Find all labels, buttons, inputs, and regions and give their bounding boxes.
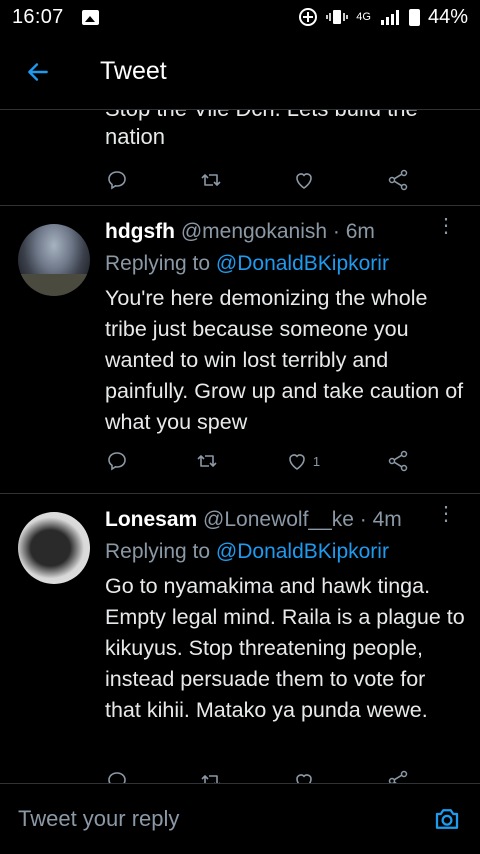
image-notification-icon [81, 9, 99, 25]
tweet-header: Lonesam @Lonewolf__ke · 4m [105, 508, 462, 532]
network-type: 4G [356, 11, 371, 23]
reply-action[interactable] [105, 769, 129, 783]
reply-action[interactable] [105, 449, 129, 473]
replying-label: Replying to [105, 252, 211, 275]
replying-label: Replying to [105, 540, 211, 563]
status-icons: 4G 44% [298, 6, 468, 29]
share-icon [388, 169, 408, 191]
more-options-button[interactable]: ⋮ [436, 216, 456, 236]
like-action[interactable]: 1 [285, 449, 320, 473]
share-action[interactable] [386, 449, 410, 473]
heart-icon [296, 173, 313, 189]
page-title: Tweet [100, 57, 167, 85]
share-icon [388, 450, 408, 472]
like-action[interactable] [292, 168, 316, 192]
camera-icon[interactable] [432, 804, 462, 834]
handle-time: @Lonewolf__ke · 4m [203, 508, 402, 531]
tweet-header: hdgsfh @mengokanish · 6m [105, 220, 462, 244]
retweet-action[interactable] [199, 168, 223, 192]
avatar[interactable] [18, 224, 90, 296]
reply-icon [108, 171, 126, 190]
data-saver-icon [299, 8, 318, 26]
display-name[interactable]: hdgsfh [105, 220, 175, 243]
top-app-bar: Tweet [0, 34, 480, 110]
more-options-button[interactable]: ⋮ [436, 504, 456, 524]
parent-tweet-partial[interactable]: Stop the Vile Dch. Lets build the nation [0, 110, 480, 206]
replying-mention[interactable]: @DonaldBKipkorir [216, 540, 389, 563]
status-time: 16:07 [12, 5, 64, 28]
battery-percent: 44% [427, 5, 468, 28]
tweet-actions: 1 [105, 446, 410, 476]
share-action[interactable] [386, 769, 410, 783]
vibrate-icon [326, 10, 349, 24]
retweet-icon [201, 775, 220, 783]
tweet-actions [105, 165, 410, 195]
status-bar: 16:07 4G 44% [0, 0, 480, 34]
replying-to: Replying to @DonaldBKipkorir [105, 540, 389, 564]
share-action[interactable] [386, 168, 410, 192]
replying-to: Replying to @DonaldBKipkorir [105, 252, 389, 276]
conversation-feed[interactable]: Stop the Vile Dch. Lets build the nation… [0, 110, 480, 783]
reply-composer[interactable]: Tweet your reply [0, 783, 480, 854]
tweet-text: Go to nyamakima and hawk tinga. Empty le… [105, 574, 465, 722]
tweet-text: You're here demonizing the whole tribe j… [105, 286, 464, 434]
back-button[interactable] [0, 34, 76, 110]
retweet-action[interactable] [195, 449, 219, 473]
reply-tweet[interactable]: hdgsfh @mengokanish · 6m ⋮ Replying to @… [0, 206, 480, 494]
avatar[interactable] [18, 512, 90, 584]
handle-time: @mengokanish · 6m [180, 220, 375, 243]
share-icon [388, 770, 408, 783]
partial-tweet-text-cut: Stop the Vile Dch. Lets build the [105, 110, 418, 122]
retweet-icon [201, 174, 221, 186]
retweet-icon [197, 455, 217, 467]
retweet-action[interactable] [199, 769, 223, 783]
signal-icon [380, 10, 399, 25]
reply-icon [108, 452, 126, 471]
reply-icon [108, 772, 126, 783]
tweet-actions [105, 766, 410, 783]
arrow-left-icon [28, 62, 48, 81]
partial-tweet-text: nation [105, 124, 165, 149]
display-name[interactable]: Lonesam [105, 508, 197, 531]
like-count: 1 [312, 453, 321, 469]
reply-input[interactable]: Tweet your reply [18, 806, 179, 832]
replying-mention[interactable]: @DonaldBKipkorir [216, 252, 389, 275]
heart-icon [289, 454, 305, 470]
reply-action[interactable] [105, 168, 129, 192]
battery-icon [408, 8, 420, 26]
reply-tweet[interactable]: Lonesam @Lonewolf__ke · 4m ⋮ Replying to… [0, 494, 480, 783]
like-action[interactable] [292, 769, 316, 783]
heart-icon [296, 774, 313, 783]
